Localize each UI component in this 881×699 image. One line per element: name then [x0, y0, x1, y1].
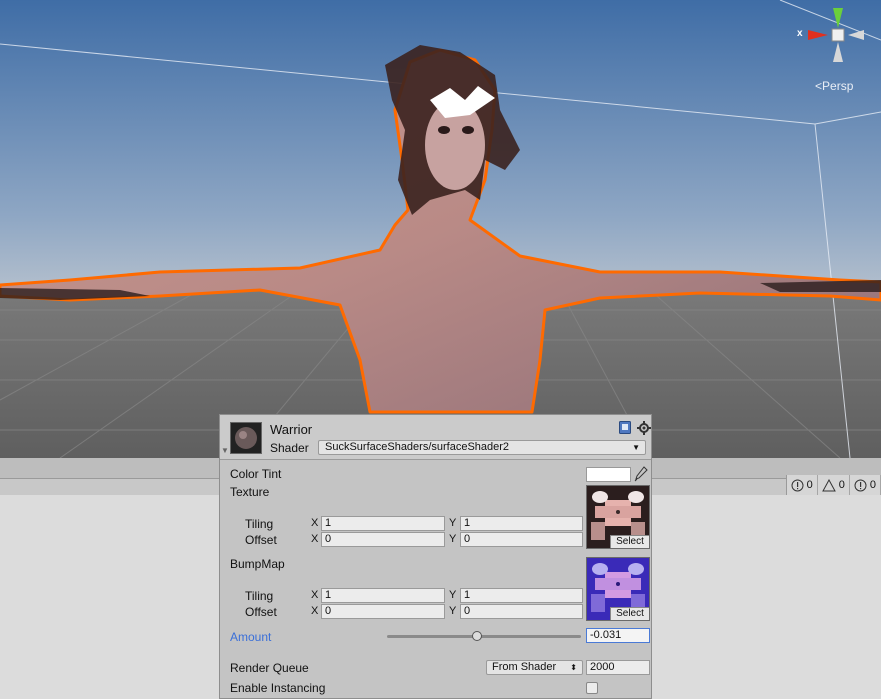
bumpmap-offset-x-axis: X [311, 605, 319, 617]
texture-offset-x-field[interactable]: 0 [321, 532, 445, 547]
bumpmap-label: BumpMap [230, 557, 285, 571]
texture-tiling-x-axis: X [311, 517, 319, 529]
bumpmap-tiling-label: Tiling [245, 589, 274, 603]
error-counter-button[interactable]: 0 [850, 475, 881, 495]
amount-slider-track[interactable] [387, 635, 581, 638]
material-preview-icon [230, 422, 262, 454]
gear-icon[interactable] [637, 421, 651, 435]
material-header: Warrior Shader SuckSurfaceShaders/surfac… [220, 415, 651, 460]
shader-label: Shader [270, 441, 309, 455]
gizmo-z-axis-cone[interactable] [833, 42, 843, 62]
error-icon [854, 479, 867, 491]
texture-tiling-label: Tiling [245, 517, 274, 531]
texture-label: Texture [230, 485, 270, 499]
color-tint-swatch[interactable] [586, 467, 631, 482]
enable-instancing-checkbox[interactable] [586, 682, 598, 694]
warning-counter-button[interactable]: 0 [818, 475, 850, 495]
render-queue-mode-value: From Shader [492, 661, 557, 673]
gizmo-y-axis-cone[interactable] [833, 8, 843, 28]
texture-offset-label: Offset [245, 533, 277, 547]
texture-select-button[interactable]: Select [610, 535, 649, 548]
amount-slider-handle[interactable] [472, 631, 482, 641]
info-icon [791, 479, 804, 491]
warning-count: 0 [838, 479, 845, 491]
bumpmap-tiling-x-field[interactable]: 1 [321, 588, 445, 603]
help-book-icon[interactable] [619, 421, 631, 434]
chevron-left-icon: < [815, 79, 823, 93]
scene-view[interactable]: x <Persp [0, 0, 881, 458]
bumpmap-tiling-x-axis: X [311, 589, 319, 601]
gizmo-neg-x-cone[interactable] [848, 30, 864, 40]
updown-arrow-icon: ⬍ [570, 663, 577, 672]
console-counters: 0 0 0 [785, 475, 881, 495]
amount-label: Amount [230, 630, 272, 644]
render-queue-label: Render Queue [230, 661, 309, 675]
bumpmap-offset-label: Offset [245, 605, 277, 619]
error-count: 0 [869, 479, 876, 491]
color-tint-label: Color Tint [230, 467, 282, 481]
shader-value: SuckSurfaceShaders/surfaceShader2 [325, 441, 510, 453]
bumpmap-offset-y-axis: Y [449, 605, 457, 617]
gizmo-x-label: x [797, 28, 803, 39]
texture-offset-x-axis: X [311, 533, 319, 545]
enable-instancing-label: Enable Instancing [230, 681, 326, 695]
bumpmap-tiling-y-axis: Y [449, 589, 457, 601]
bumpmap-slot[interactable]: Select [586, 557, 650, 621]
shader-dropdown[interactable]: SuckSurfaceShaders/surfaceShader2 ▼ [318, 440, 646, 455]
gizmo-x-axis-cone[interactable] [808, 30, 828, 40]
dropdown-arrow-icon: ▼ [632, 443, 640, 452]
amount-field[interactable]: -0.031 [586, 628, 650, 643]
foldout-arrow-icon[interactable]: ▼ [221, 446, 229, 455]
warning-icon [821, 478, 836, 491]
texture-tiling-x-field[interactable]: 1 [321, 516, 445, 531]
texture-tiling-y-field[interactable]: 1 [460, 516, 583, 531]
texture-offset-y-field[interactable]: 0 [460, 532, 583, 547]
bumpmap-tiling-y-field[interactable]: 1 [460, 588, 583, 603]
bumpmap-select-button[interactable]: Select [610, 607, 649, 620]
view-mode-toggle[interactable]: <Persp [815, 79, 853, 93]
render-queue-mode-dropdown[interactable]: From Shader ⬍ [486, 660, 583, 675]
material-inspector: Warrior Shader SuckSurfaceShaders/surfac… [219, 414, 652, 699]
gizmo-center-cube[interactable] [831, 28, 845, 42]
bumpmap-offset-x-field[interactable]: 0 [321, 604, 445, 619]
view-mode-label: Persp [822, 79, 854, 93]
texture-offset-y-axis: Y [449, 533, 457, 545]
scene-viewport[interactable] [0, 0, 881, 458]
material-name: Warrior [270, 422, 313, 437]
info-counter-button[interactable]: 0 [787, 475, 818, 495]
render-queue-field[interactable]: 2000 [586, 660, 650, 675]
eyedropper-icon[interactable] [634, 466, 648, 482]
info-count: 0 [806, 479, 813, 491]
texture-slot[interactable]: Select [586, 485, 650, 549]
bumpmap-offset-y-field[interactable]: 0 [460, 604, 583, 619]
texture-tiling-y-axis: Y [449, 517, 457, 529]
